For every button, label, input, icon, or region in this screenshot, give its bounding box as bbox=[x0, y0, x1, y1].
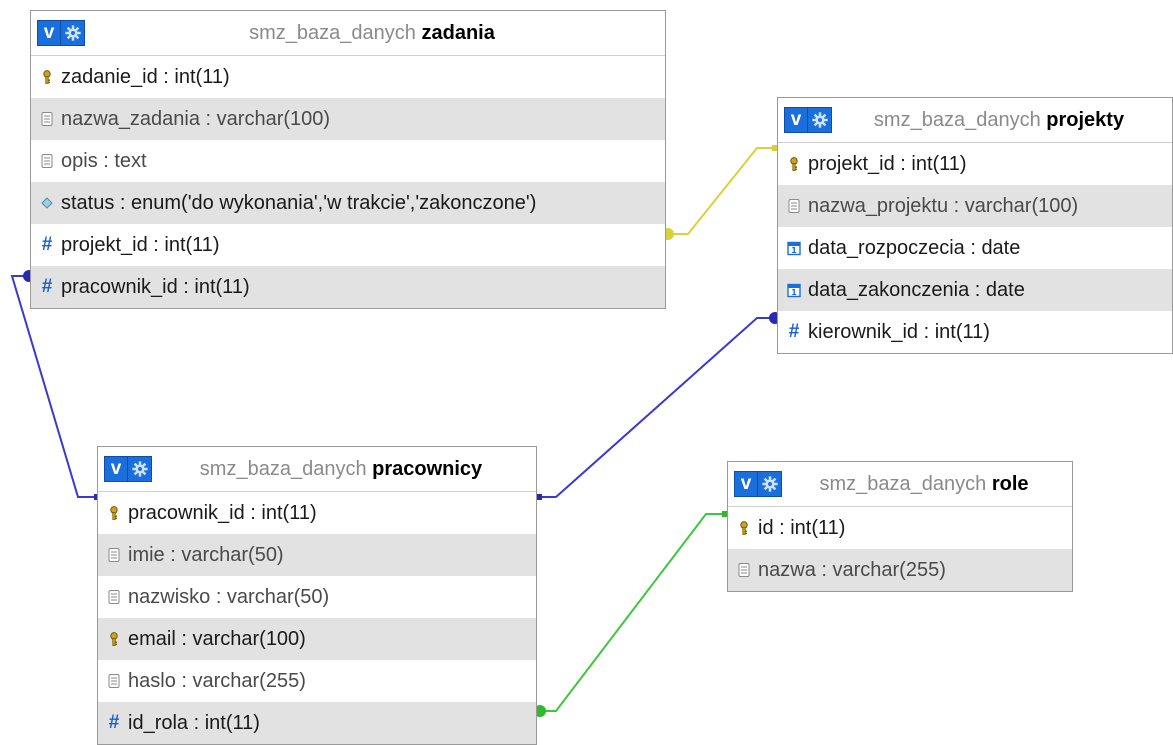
collapse-toggle-button[interactable]: v bbox=[104, 456, 128, 482]
field-label: haslo : varchar(255) bbox=[128, 669, 306, 692]
field-row[interactable]: # projekt_id : int(11) bbox=[31, 224, 665, 266]
gear-icon[interactable] bbox=[128, 456, 152, 482]
field-row[interactable]: # kierownik_id : int(11) bbox=[778, 311, 1172, 353]
relation-line-zadania-projekty[interactable] bbox=[666, 147, 777, 235]
field-row[interactable]: nazwisko : varchar(50) bbox=[98, 576, 536, 618]
field-row[interactable]: status : enum('do wykonania','w trakcie'… bbox=[31, 182, 665, 224]
table-title: smz_baza_danych role bbox=[782, 473, 1072, 496]
table-header[interactable]: v smz_baza_danych zadania bbox=[31, 11, 665, 56]
table-pracownicy[interactable]: v smz_baza_danych pracownicy pracownik_i… bbox=[97, 446, 537, 745]
field-row[interactable]: 1 data_rozpoczecia : date bbox=[778, 227, 1172, 269]
collapse-toggle-button[interactable]: v bbox=[37, 20, 61, 46]
table-projekty[interactable]: v smz_baza_danych projekty projekt_id : … bbox=[777, 97, 1173, 354]
database-name: smz_baza_danych bbox=[873, 108, 1041, 131]
table-title: smz_baza_danych pracownicy bbox=[152, 458, 536, 481]
field-row[interactable]: opis : text bbox=[31, 140, 665, 182]
table-name: pracownicy bbox=[372, 457, 483, 480]
table-title: smz_baza_danych projekty bbox=[832, 109, 1172, 132]
relation-line-pracownicy-role[interactable] bbox=[537, 513, 727, 712]
gear-icon[interactable] bbox=[808, 107, 832, 133]
field-row[interactable]: pracownik_id : int(11) bbox=[98, 492, 536, 534]
table-header[interactable]: v smz_baza_danych pracownicy bbox=[98, 447, 536, 492]
calendar-icon: 1 bbox=[786, 240, 802, 256]
field-label: projekt_id : int(11) bbox=[808, 152, 967, 175]
text-field-icon bbox=[39, 153, 55, 169]
field-row[interactable]: projekt_id : int(11) bbox=[778, 143, 1172, 185]
table-role[interactable]: v smz_baza_danych role id : int(11) nazwa… bbox=[727, 461, 1073, 592]
table-name: projekty bbox=[1046, 108, 1125, 131]
field-row[interactable]: nazwa : varchar(255) bbox=[728, 549, 1072, 591]
field-row[interactable]: # pracownik_id : int(11) bbox=[31, 266, 665, 308]
field-label: nazwa_zadania : varchar(100) bbox=[61, 107, 331, 130]
field-row[interactable]: nazwa_zadania : varchar(100) bbox=[31, 98, 665, 140]
field-list: id : int(11) nazwa : varchar(255) bbox=[728, 507, 1072, 591]
field-label: kierownik_id : int(11) bbox=[808, 320, 990, 343]
table-header[interactable]: v smz_baza_danych projekty bbox=[778, 98, 1172, 143]
field-row[interactable]: haslo : varchar(255) bbox=[98, 660, 536, 702]
table-name: zadania bbox=[421, 21, 495, 44]
database-name: smz_baza_danych bbox=[199, 457, 367, 480]
hash-icon: # bbox=[41, 234, 53, 255]
field-row[interactable]: nazwa_projektu : varchar(100) bbox=[778, 185, 1172, 227]
hash-icon: # bbox=[788, 321, 800, 342]
field-row[interactable]: 1 data_zakonczenia : date bbox=[778, 269, 1172, 311]
key-icon bbox=[106, 505, 122, 521]
field-label: email : varchar(100) bbox=[128, 627, 306, 650]
field-row[interactable]: id : int(11) bbox=[728, 507, 1072, 549]
field-list: projekt_id : int(11) nazwa_projektu : var… bbox=[778, 143, 1172, 353]
field-label: nazwisko : varchar(50) bbox=[128, 585, 330, 608]
field-label: nazwa_projektu : varchar(100) bbox=[808, 194, 1079, 217]
svg-text:1: 1 bbox=[791, 246, 797, 255]
gear-icon[interactable] bbox=[61, 20, 85, 46]
key-icon bbox=[106, 631, 122, 647]
field-label: data_zakonczenia : date bbox=[808, 278, 1025, 301]
key-icon bbox=[736, 520, 752, 536]
field-label: status : enum('do wykonania','w trakcie'… bbox=[61, 191, 537, 214]
text-field-icon bbox=[786, 198, 802, 214]
key-icon bbox=[786, 156, 802, 172]
table-header[interactable]: v smz_baza_danych role bbox=[728, 462, 1072, 507]
text-field-icon bbox=[106, 673, 122, 689]
relation-line-zadania-pracownicy[interactable] bbox=[10, 275, 97, 498]
calendar-icon: 1 bbox=[786, 282, 802, 298]
database-name: smz_baza_danych bbox=[249, 21, 416, 44]
field-row[interactable]: zadanie_id : int(11) bbox=[31, 56, 665, 98]
field-row[interactable]: email : varchar(100) bbox=[98, 618, 536, 660]
field-label: data_rozpoczecia : date bbox=[808, 236, 1021, 259]
field-label: id_rola : int(11) bbox=[128, 711, 260, 734]
collapse-toggle-button[interactable]: v bbox=[734, 471, 758, 497]
field-label: nazwa : varchar(255) bbox=[758, 558, 946, 581]
field-label: pracownik_id : int(11) bbox=[128, 501, 317, 524]
key-icon bbox=[39, 69, 55, 85]
field-label: id : int(11) bbox=[758, 516, 846, 539]
table-title: smz_baza_danych zadania bbox=[85, 22, 665, 45]
table-zadania[interactable]: v smz_baza_danych zadania zadanie_id : i… bbox=[30, 10, 666, 309]
field-list: pracownik_id : int(11) imie : varchar(50)… bbox=[98, 492, 536, 744]
text-field-icon bbox=[106, 547, 122, 563]
text-field-icon bbox=[39, 111, 55, 127]
table-name: role bbox=[991, 472, 1029, 495]
database-name: smz_baza_danych bbox=[819, 472, 987, 495]
field-list: zadanie_id : int(11) nazwa_zadania : varc… bbox=[31, 56, 665, 308]
field-label: opis : text bbox=[61, 149, 147, 172]
svg-text:1: 1 bbox=[791, 288, 797, 297]
enum-icon bbox=[39, 195, 55, 211]
field-label: imie : varchar(50) bbox=[128, 543, 284, 566]
field-row[interactable]: imie : varchar(50) bbox=[98, 534, 536, 576]
text-field-icon bbox=[106, 589, 122, 605]
field-label: projekt_id : int(11) bbox=[61, 233, 220, 256]
hash-icon: # bbox=[108, 712, 120, 733]
field-label: pracownik_id : int(11) bbox=[61, 275, 250, 298]
collapse-toggle-button[interactable]: v bbox=[784, 107, 808, 133]
hash-icon: # bbox=[41, 276, 53, 297]
field-label: zadanie_id : int(11) bbox=[61, 65, 230, 88]
text-field-icon bbox=[736, 562, 752, 578]
gear-icon[interactable] bbox=[758, 471, 782, 497]
